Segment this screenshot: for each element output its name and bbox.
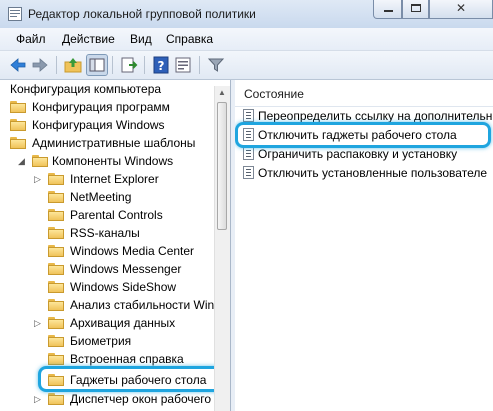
list-column-header[interactable]: Состояние: [235, 80, 493, 107]
tree-item-label: NetMeeting: [70, 190, 132, 204]
folder-icon: [48, 209, 64, 221]
folder-icon: [10, 137, 26, 149]
tree-item-label: Гаджеты рабочего стола: [70, 373, 207, 387]
tree-item-label: Windows Media Center: [70, 244, 195, 258]
show-hide-tree-icon[interactable]: [86, 54, 108, 76]
tree-item-label: Windows SideShow: [70, 280, 177, 294]
scrollbar-thumb[interactable]: [217, 102, 227, 230]
folder-icon: [48, 191, 64, 203]
minimize-icon: [384, 10, 393, 12]
tree-item-label: Компоненты Windows: [52, 154, 174, 168]
tree-item-label: Конфигурация Windows: [32, 118, 165, 132]
tree-item-label: Административные шаблоны: [32, 136, 196, 150]
folder-icon: [48, 353, 64, 365]
tree-item-label: Биометрия: [70, 334, 132, 348]
menu-file[interactable]: Файл: [16, 32, 46, 46]
folder-icon: [48, 299, 64, 311]
folder-icon: [48, 173, 64, 185]
close-icon: ✕: [455, 1, 467, 15]
folder-icon: [48, 317, 64, 329]
tree-item-label: Конфигурация программ: [32, 100, 170, 114]
tree-item-label: Встроенная справка: [70, 352, 184, 366]
tree-item-label: Диспетчер окон рабочего: [70, 392, 212, 406]
toolbar-separator: [112, 56, 113, 74]
tree-vertical-scrollbar[interactable]: ▲: [214, 86, 230, 411]
filter-icon[interactable]: [206, 55, 226, 75]
properties-icon[interactable]: [173, 55, 193, 75]
policy-item-label: Ограничить распаковку и установку: [258, 147, 458, 161]
forward-arrow-icon[interactable]: [30, 55, 50, 75]
window-title: Редактор локальной групповой политики: [28, 7, 256, 21]
title-bar[interactable]: Редактор локальной групповой политики ✕: [0, 0, 493, 28]
folder-icon: [48, 245, 64, 257]
expand-collapse-icon[interactable]: ◢: [18, 152, 25, 170]
close-button[interactable]: ✕: [429, 0, 493, 19]
back-arrow-icon[interactable]: [8, 55, 28, 75]
gpedit-app-icon: [8, 7, 22, 21]
toolbar-separator: [199, 56, 200, 74]
minimize-button[interactable]: [373, 0, 402, 19]
policy-item-label: Переопределить ссылку на дополнительн: [258, 109, 493, 123]
tree-item-label: Parental Controls: [70, 208, 163, 222]
navigation-tree-pane: Конфигурация компьютера Конфигурация про…: [0, 80, 231, 411]
toolbar: ?: [0, 51, 493, 80]
folder-open-icon: [32, 155, 48, 167]
folder-icon: [10, 101, 26, 113]
svg-text:?: ?: [158, 59, 165, 73]
maximize-button[interactable]: [402, 0, 429, 19]
menu-help[interactable]: Справка: [166, 32, 213, 46]
folder-icon: [10, 119, 26, 131]
up-folder-icon[interactable]: [63, 55, 83, 75]
export-list-icon[interactable]: [119, 55, 139, 75]
menu-action[interactable]: Действие: [62, 32, 115, 46]
menu-bar: Файл Действие Вид Справка: [0, 28, 493, 51]
tree-item-label: Internet Explorer: [70, 172, 159, 186]
folder-icon: [48, 263, 64, 275]
folder-icon: [48, 335, 64, 347]
policy-item-label: Отключить установленные пользователе: [258, 166, 488, 180]
folder-icon: [48, 281, 64, 293]
folder-icon: [48, 393, 64, 405]
policy-setting-icon: [243, 166, 254, 179]
policy-list-pane: Состояние Переопределить ссылку на допол…: [235, 80, 493, 411]
help-icon[interactable]: ?: [151, 55, 171, 75]
tree-item-label: Архивация данных: [70, 316, 176, 330]
toolbar-separator: [144, 56, 145, 74]
maximize-icon: [411, 4, 421, 12]
policy-setting-icon: [243, 109, 254, 122]
policy-item-label: Отключить гаджеты рабочего стола: [258, 128, 457, 142]
tree-item-label: Анализ стабильности Win: [70, 298, 215, 312]
folder-icon: [48, 227, 64, 239]
policy-setting-icon: [243, 128, 254, 141]
expand-icon[interactable]: ▷: [34, 390, 41, 408]
policy-setting-icon: [243, 147, 254, 160]
menu-view[interactable]: Вид: [130, 32, 152, 46]
tree-item-label: Конфигурация компьютера: [10, 82, 162, 96]
expand-icon[interactable]: ▷: [34, 170, 41, 188]
tree-item-label: RSS-каналы: [70, 226, 140, 240]
toolbar-separator: [56, 56, 57, 74]
column-header-state: Состояние: [244, 87, 304, 101]
scroll-up-arrow-icon[interactable]: ▲: [218, 88, 226, 97]
gpedit-window: Редактор локальной групповой политики ✕ …: [0, 0, 493, 411]
expand-icon[interactable]: ▷: [34, 314, 41, 332]
folder-icon: [48, 374, 64, 386]
tree-item-label: Windows Messenger: [70, 262, 182, 276]
